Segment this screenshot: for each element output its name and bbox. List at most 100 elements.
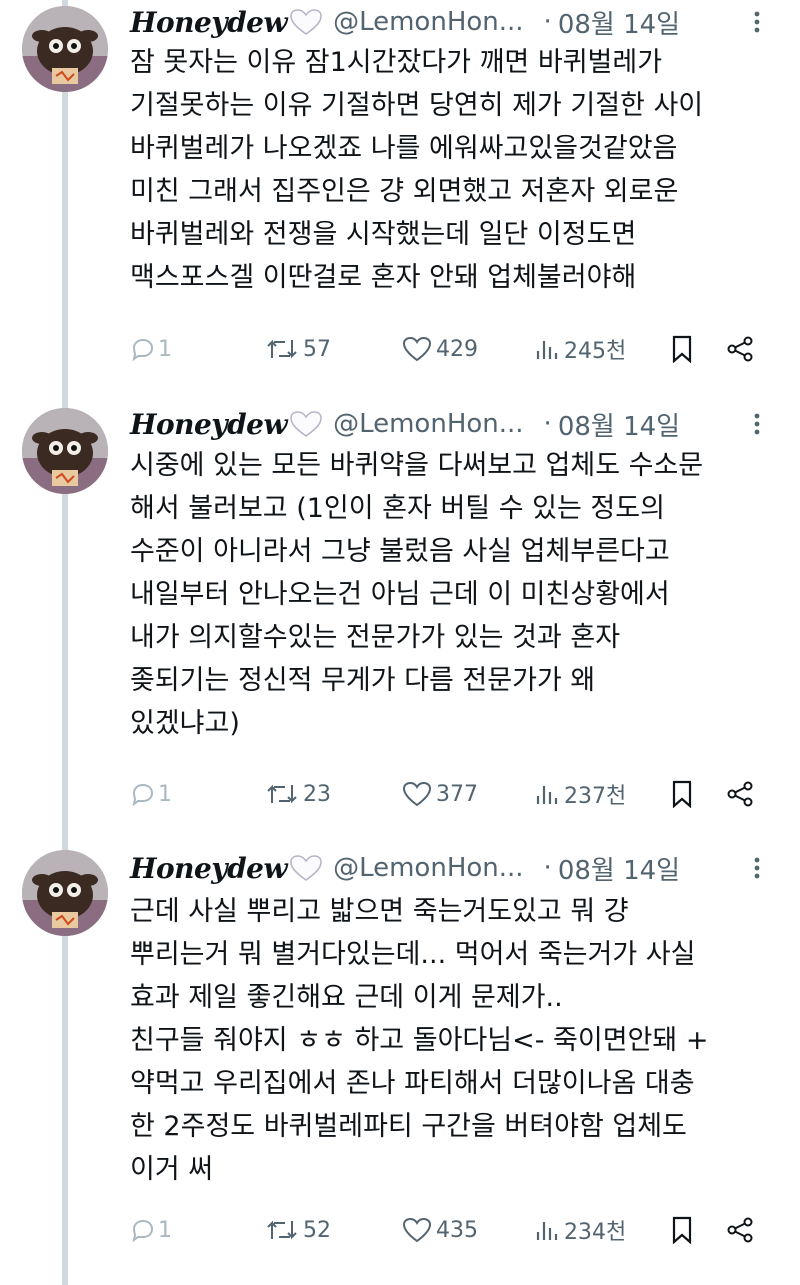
- user-handle[interactable]: @LemonHon...: [333, 7, 523, 37]
- retweet-icon: [267, 1220, 297, 1240]
- tweet[interactable]: Honeydew @LemonHon... · 08월 14일 근데 사실 뿌리…: [0, 840, 800, 1285]
- avatar-image: [22, 408, 108, 494]
- reply-button[interactable]: 1: [130, 329, 172, 369]
- user-handle[interactable]: @LemonHon...: [333, 853, 523, 883]
- like-button[interactable]: 435: [402, 1210, 478, 1250]
- reply-count: 1: [158, 1217, 172, 1243]
- tweet-text-line: 시중에 있는 모든 바퀴약을 다써보고 업체도 수소문: [130, 450, 704, 481]
- tweet-text-line: 약먹고 우리집에서 존나 파티해서 더많이나옴 대충: [130, 1068, 695, 1099]
- reply-count: 1: [158, 781, 172, 807]
- tweet-text-line: 수준이 아니라서 그냥 불렀음 사실 업체부른다고: [130, 536, 670, 567]
- bookmark-icon: [672, 1216, 692, 1244]
- tweet-header: Honeydew @LemonHon... · 08월 14일: [130, 848, 800, 888]
- views-icon: [536, 786, 558, 804]
- tweet-text-line: 바퀴벌레가 나오겠죠 나를 에워싸고있을것같았음: [130, 133, 678, 164]
- tweet-text-line: 맥스포스겔 이딴걸로 혼자 안돼 업체불러야해: [130, 262, 637, 293]
- bookmark-button[interactable]: [670, 774, 694, 814]
- retweet-count: 57: [303, 336, 331, 362]
- tweet-text-line: 한 2주정도 바퀴벌레파티 구간을 버텨야함 업체도: [130, 1111, 687, 1142]
- retweet-count: 52: [303, 1217, 331, 1243]
- reply-count: 1: [158, 336, 172, 362]
- tweet-header: Honeydew @LemonHon... · 08월 14일: [130, 2, 800, 42]
- more-icon[interactable]: [742, 412, 772, 436]
- reply-icon: [132, 338, 154, 361]
- tweet-actions: 1 52 435 234천: [130, 1210, 770, 1250]
- tweet-text: 잠 못자는 이유 잠1시간잤다가 깨면 바퀴벌레가 기절못하는 이유 기절하면 …: [130, 41, 760, 299]
- share-button[interactable]: [726, 1210, 754, 1250]
- tweet-text-line: 뿌리는거 뭐 별거다있는데... 먹어서 죽는거가 사실: [130, 939, 696, 970]
- share-button[interactable]: [726, 774, 754, 814]
- display-name[interactable]: Honeydew: [130, 408, 288, 441]
- white-heart-icon: [289, 8, 323, 36]
- share-button[interactable]: [726, 329, 754, 369]
- tweet-text-line: 바퀴벌레와 전쟁을 시작했는데 일단 이정도면: [130, 219, 637, 250]
- separator-dot: ·: [543, 853, 552, 883]
- like-count: 377: [436, 781, 478, 807]
- tweet-text-line: 해서 불러보고 (1인이 혼자 버틸 수 있는 정도의: [130, 493, 665, 524]
- like-button[interactable]: 429: [402, 329, 478, 369]
- display-name[interactable]: Honeydew: [130, 6, 288, 39]
- like-icon: [402, 336, 432, 362]
- share-icon: [727, 781, 753, 807]
- retweet-button[interactable]: 23: [265, 774, 331, 814]
- bookmark-icon: [672, 780, 692, 808]
- tweet-text-line: 기절못하는 이유 기절하면 당연히 제가 기절한 사이: [130, 90, 704, 121]
- reply-icon: [132, 783, 154, 806]
- like-icon: [402, 781, 432, 807]
- tweet-text: 근데 사실 뿌리고 밟으면 죽는거도있고 뭐 걍 뿌리는거 뭐 별거다있는데..…: [130, 890, 760, 1191]
- tweet-text-line: 있겠냐고): [130, 708, 240, 739]
- retweet-button[interactable]: 52: [265, 1210, 331, 1250]
- more-icon[interactable]: [742, 10, 772, 34]
- tweet-date[interactable]: 08월 14일: [558, 406, 680, 443]
- views-button[interactable]: 237천: [534, 774, 626, 814]
- tweet-text-line: 좆되기는 정신적 무게가 다름 전문가가 왜: [130, 665, 596, 696]
- tweet-text-line: 내가 의지할수있는 전문가가 있는 것과 혼자: [130, 622, 621, 653]
- avatar[interactable]: [22, 850, 108, 936]
- tweet-actions: 1 57 429 245천: [130, 329, 770, 369]
- like-count: 435: [436, 1217, 478, 1243]
- bookmark-button[interactable]: [670, 1210, 694, 1250]
- bookmark-icon: [672, 335, 692, 363]
- like-button[interactable]: 377: [402, 774, 478, 814]
- tweet-date[interactable]: 08월 14일: [558, 4, 680, 41]
- share-icon: [727, 1217, 753, 1243]
- tweet-text-line: 친구들 줘야지 ㅎㅎ 하고 돌아다님<- 죽이면안돼 +: [130, 1025, 709, 1056]
- reply-button[interactable]: 1: [130, 1210, 172, 1250]
- retweet-count: 23: [303, 781, 331, 807]
- retweet-icon: [267, 784, 297, 804]
- tweet-text-line: 근데 사실 뿌리고 밟으면 죽는거도있고 뭐 걍: [130, 896, 629, 927]
- views-icon: [536, 1222, 558, 1240]
- separator-dot: ·: [543, 7, 552, 37]
- tweet[interactable]: Honeydew @LemonHon... · 08월 14일 잠 못자는 이유…: [0, 0, 800, 400]
- more-icon[interactable]: [742, 856, 772, 880]
- avatar[interactable]: [22, 408, 108, 494]
- avatar[interactable]: [22, 6, 108, 92]
- like-count: 429: [436, 336, 478, 362]
- retweet-button[interactable]: 57: [265, 329, 331, 369]
- tweet-text-line: 잠 못자는 이유 잠1시간잤다가 깨면 바퀴벌레가: [130, 47, 663, 78]
- views-button[interactable]: 234천: [534, 1210, 626, 1250]
- user-handle[interactable]: @LemonHon...: [333, 409, 523, 439]
- tweet-header: Honeydew @LemonHon... · 08월 14일: [130, 404, 800, 444]
- views-count: 245천: [564, 339, 627, 364]
- tweet-date[interactable]: 08월 14일: [558, 850, 680, 887]
- like-icon: [402, 1217, 432, 1243]
- bookmark-button[interactable]: [670, 329, 694, 369]
- display-name[interactable]: Honeydew: [130, 852, 288, 885]
- white-heart-icon: [289, 410, 323, 438]
- retweet-icon: [267, 339, 297, 359]
- views-count: 237천: [564, 784, 627, 809]
- separator-dot: ·: [543, 409, 552, 439]
- tweet-text-line: 내일부터 안나오는건 아님 근데 이 미친상황에서: [130, 579, 670, 610]
- reply-button[interactable]: 1: [130, 774, 172, 814]
- views-count: 234천: [564, 1220, 627, 1245]
- white-heart-icon: [289, 854, 323, 882]
- avatar-image: [22, 6, 108, 92]
- tweet-text: 시중에 있는 모든 바퀴약을 다써보고 업체도 수소문 해서 불러보고 (1인이…: [130, 444, 760, 745]
- views-button[interactable]: 245천: [534, 329, 626, 369]
- tweet-actions: 1 23 377 237천: [130, 774, 770, 814]
- tweet[interactable]: Honeydew @LemonHon... · 08월 14일 시중에 있는 모…: [0, 400, 800, 840]
- views-icon: [536, 341, 558, 359]
- share-icon: [727, 336, 753, 362]
- reply-icon: [132, 1219, 154, 1242]
